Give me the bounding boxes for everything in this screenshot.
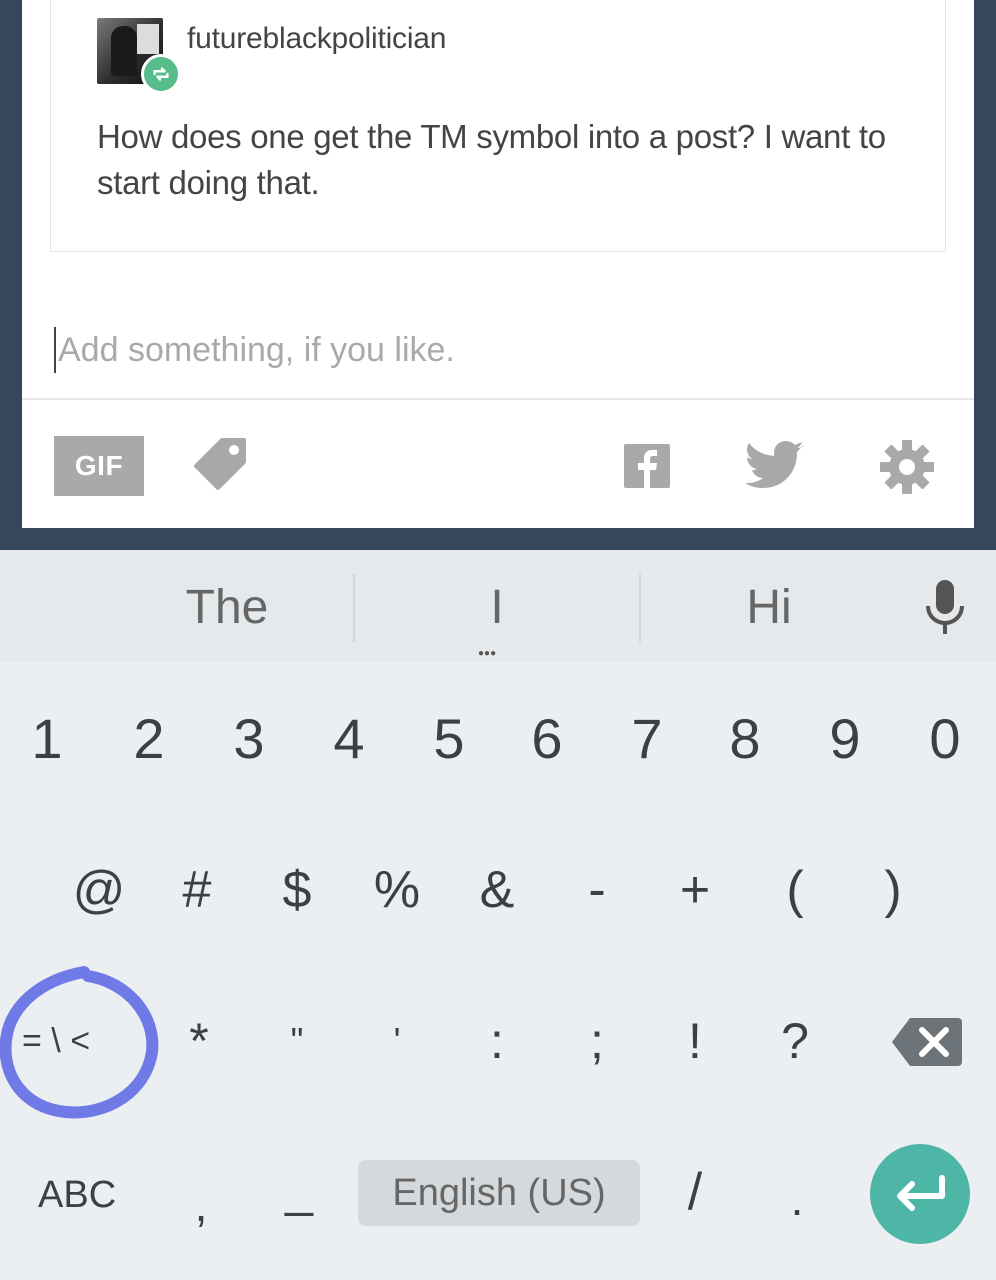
key-3[interactable]: 3 xyxy=(204,706,294,771)
key-at[interactable]: @ xyxy=(54,860,144,920)
reblog-arrows-icon xyxy=(153,67,169,81)
suggestion-3[interactable]: Hi xyxy=(692,580,846,635)
key-9[interactable]: 9 xyxy=(800,706,890,771)
reblog-composer-card: futureblackpolitician How does one get t… xyxy=(22,0,974,528)
key-plus[interactable]: + xyxy=(650,860,740,920)
suggestion-separator xyxy=(353,574,355,642)
key-underscore[interactable]: _ xyxy=(254,1160,344,1218)
gif-button[interactable]: GIF xyxy=(54,436,144,496)
key-comma[interactable]: , xyxy=(156,1178,246,1232)
text-cursor xyxy=(54,327,56,373)
key-percent[interactable]: % xyxy=(352,860,442,920)
suggestion-strip: The I ●●● Hi xyxy=(0,550,996,662)
toolbar-divider xyxy=(22,398,974,400)
key-8[interactable]: 8 xyxy=(700,706,790,771)
avatar-figure xyxy=(111,26,137,76)
key-6[interactable]: 6 xyxy=(502,706,592,771)
key-5[interactable]: 5 xyxy=(404,706,494,771)
key-double-quote[interactable]: " xyxy=(252,1020,342,1062)
enter-key[interactable] xyxy=(870,1144,970,1244)
key-ampersand[interactable]: & xyxy=(452,860,542,920)
microphone-icon[interactable] xyxy=(920,578,970,638)
backspace-icon[interactable] xyxy=(892,1016,962,1068)
onscreen-keyboard: The I ●●● Hi 1 2 3 4 5 6 7 8 9 0 @ # $ %… xyxy=(0,550,996,1280)
key-close-paren[interactable]: ) xyxy=(848,860,938,920)
key-slash[interactable]: / xyxy=(650,1162,740,1222)
key-asterisk[interactable]: * xyxy=(154,1012,244,1070)
avatar-background xyxy=(137,24,159,54)
post-username[interactable]: futureblackpolitician xyxy=(187,22,446,56)
enter-icon xyxy=(897,1175,945,1211)
key-question[interactable]: ? xyxy=(750,1012,840,1070)
post-body-text: How does one get the TM symbol into a po… xyxy=(97,118,886,201)
quoted-post: futureblackpolitician How does one get t… xyxy=(50,0,946,252)
key-colon[interactable]: : xyxy=(452,1012,542,1070)
caption-field-wrapper[interactable] xyxy=(54,324,758,376)
suggestion-2[interactable]: I xyxy=(420,580,574,635)
key-exclamation[interactable]: ! xyxy=(650,1012,740,1070)
key-2[interactable]: 2 xyxy=(104,706,194,771)
key-dollar[interactable]: $ xyxy=(252,860,342,920)
key-4[interactable]: 4 xyxy=(304,706,394,771)
space-key[interactable]: English (US) xyxy=(358,1160,640,1226)
key-semicolon[interactable]: ; xyxy=(552,1012,642,1070)
tag-icon[interactable] xyxy=(188,432,252,496)
abc-key[interactable]: ABC xyxy=(38,1174,116,1217)
caption-input[interactable] xyxy=(58,330,758,370)
gear-icon[interactable] xyxy=(880,440,934,494)
key-7[interactable]: 7 xyxy=(602,706,692,771)
key-single-quote[interactable]: ' xyxy=(352,1020,442,1062)
key-0[interactable]: 0 xyxy=(900,706,990,771)
more-suggestions-indicator: ●●● xyxy=(478,648,497,659)
twitter-icon[interactable] xyxy=(746,440,806,490)
suggestion-separator xyxy=(639,574,641,642)
key-hash[interactable]: # xyxy=(152,860,242,920)
key-1[interactable]: 1 xyxy=(2,706,92,771)
key-period[interactable]: . xyxy=(752,1172,842,1226)
key-open-paren[interactable]: ( xyxy=(750,860,840,920)
key-minus[interactable]: - xyxy=(552,860,642,920)
more-symbols-key[interactable]: = \ < xyxy=(22,1022,90,1061)
suggestion-1[interactable]: The xyxy=(150,580,304,635)
reblog-icon xyxy=(141,54,181,94)
facebook-icon[interactable] xyxy=(624,444,670,488)
